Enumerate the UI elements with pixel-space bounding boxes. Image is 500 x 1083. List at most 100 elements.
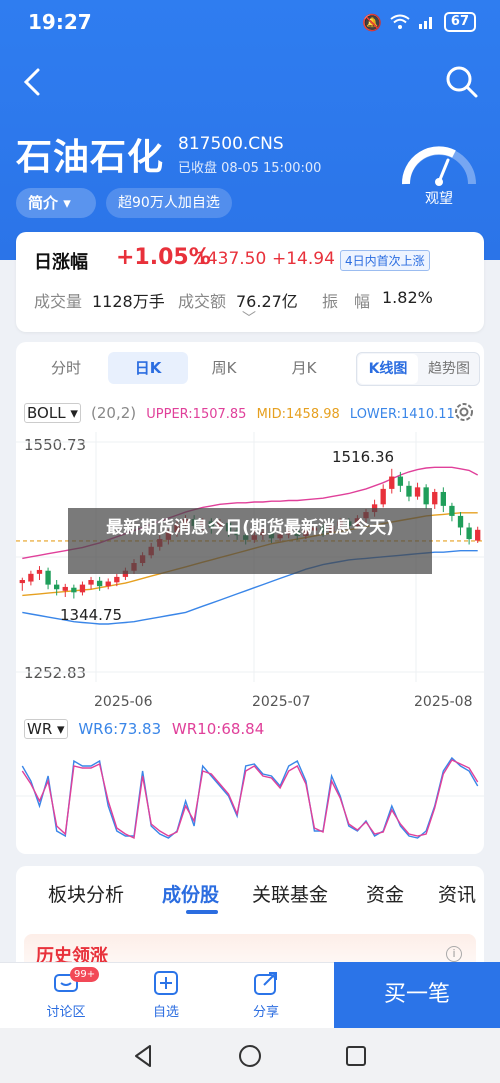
gauge-icon <box>401 146 476 186</box>
wr-indicator-row: WR ▾ WR6:73.83 WR10:68.84 <box>24 719 265 739</box>
add-watchlist-button[interactable]: 自选 <box>134 969 198 1020</box>
x-tick-label: 2025-06 <box>94 694 153 710</box>
watchlist-label: 自选 <box>152 1005 179 1020</box>
boll-lower: LOWER:1410.11 <box>349 407 455 422</box>
discussion-label: 讨论区 <box>46 1005 86 1020</box>
candle-body <box>45 570 51 585</box>
active-tab-underline <box>186 910 218 914</box>
candle-body <box>449 505 455 516</box>
status-time: 19:27 <box>28 10 92 34</box>
stock-code: 817500.CNS <box>178 134 284 154</box>
share-button[interactable]: 分享 <box>234 969 298 1020</box>
market-status: 已收盘 08-05 15:00:00 <box>178 161 322 176</box>
wr-chart[interactable] <box>16 742 484 852</box>
share-label: 分享 <box>252 1005 279 1020</box>
candle-body <box>71 587 77 593</box>
tab-capital[interactable]: 资金 <box>366 880 404 907</box>
candle-body <box>105 581 111 587</box>
indicator-param: (20,2) <box>91 404 137 422</box>
candle-body <box>62 586 68 591</box>
tab-daily-k[interactable]: 日K <box>108 352 188 384</box>
boll-indicator-row: BOLL ▾ (20,2) UPPER:1507.85 MID:1458.98 … <box>24 403 455 423</box>
candle-body <box>397 476 404 486</box>
chart-period-tabs: 分时 日K 周K 月K K线图 趋势图 <box>22 352 480 386</box>
candle-body <box>88 579 94 585</box>
wifi-icon <box>390 14 410 29</box>
low-price-label: 1344.75 <box>60 606 123 624</box>
x-tick-label: 2025-07 <box>252 694 311 710</box>
mode-kline[interactable]: K线图 <box>358 354 418 384</box>
status-icons: 🔕 67 <box>362 12 476 32</box>
quote-card[interactable]: 日涨幅 +1.05% 1437.50 +14.94 4日内首次上涨 成交量 11… <box>16 232 484 332</box>
mode-trend[interactable]: 趋势图 <box>419 354 479 384</box>
sentiment-gauge[interactable]: 观望 <box>396 134 482 212</box>
chart-mode-toggle: K线图 趋势图 <box>356 352 480 386</box>
candle-body <box>457 515 464 528</box>
streak-tag: 4日内首次上涨 <box>340 250 430 271</box>
tab-news[interactable]: 资讯 <box>438 880 476 907</box>
wr10-line <box>21 759 479 840</box>
nav-home-icon[interactable] <box>236 1042 264 1070</box>
tab-related-funds[interactable]: 关联基金 <box>252 880 328 907</box>
price-change: +14.94 <box>272 249 335 269</box>
mute-icon: 🔕 <box>361 12 382 32</box>
nav-recents-icon[interactable] <box>342 1042 370 1070</box>
tab-intraday[interactable]: 分时 <box>30 352 102 384</box>
volume-label: 成交量 <box>34 292 83 311</box>
wr-selector[interactable]: WR ▾ <box>24 719 68 739</box>
back-button[interactable] <box>18 62 52 102</box>
amplitude-value: 1.82% <box>382 288 433 307</box>
candle-body <box>79 584 86 593</box>
tab-constituents[interactable]: 成份股 <box>162 880 219 907</box>
battery-indicator: 67 <box>443 12 476 32</box>
discussion-badge: 99+ <box>70 967 100 982</box>
candle-body <box>36 569 43 574</box>
candle-body <box>432 491 438 505</box>
high-price-label: 1516.36 <box>332 448 395 466</box>
volume-value: 1128万手 <box>92 292 165 311</box>
candle-body <box>54 584 60 590</box>
daily-change-label: 日涨幅 <box>34 252 88 273</box>
add-watchlist-pill[interactable]: 超90万人加自选 <box>106 188 232 218</box>
tab-weekly-k[interactable]: 周K <box>188 352 260 384</box>
chart-card: 分时 日K 周K 月K K线图 趋势图 BOLL ▾ (20,2) UPPER:… <box>16 342 484 854</box>
x-tick-label: 2025-08 <box>414 694 473 710</box>
search-button[interactable] <box>444 64 480 100</box>
candle-body <box>389 476 395 489</box>
wr10-value: WR10:68.84 <box>171 720 265 738</box>
wr6-value: WR6:73.83 <box>78 720 162 738</box>
add-icon <box>154 971 178 995</box>
search-icon <box>446 66 478 98</box>
status-bar: 19:27 🔕 67 <box>0 0 500 46</box>
indicator-selector[interactable]: BOLL ▾ <box>24 403 81 423</box>
expand-chevron-icon[interactable]: ﹀ <box>242 308 256 328</box>
candle-body <box>96 580 103 587</box>
amplitude-label: 振 幅 <box>322 292 371 311</box>
discussion-button[interactable]: 99+ 讨论区 <box>34 967 100 1020</box>
overlay-caption: 最新期货消息今日(期货最新消息今天) <box>68 508 432 574</box>
chart-settings-icon[interactable] <box>452 400 476 424</box>
intro-button[interactable]: 简介 ▾ <box>16 188 96 218</box>
candle-body <box>28 573 34 582</box>
turnover-label: 成交额 <box>178 292 227 311</box>
back-arrow-icon <box>23 68 40 96</box>
boll-mid: MID:1458.98 <box>256 407 340 422</box>
share-icon <box>254 972 277 995</box>
candle-body <box>406 485 412 497</box>
current-price: 1437.50 <box>196 249 267 269</box>
buy-button[interactable]: 买一笔 <box>334 962 500 1028</box>
info-icon[interactable]: i <box>446 946 462 962</box>
candle-body <box>414 487 421 497</box>
stock-name: 石油石化 <box>16 137 165 178</box>
header-area: 19:27 🔕 67 石油石化 817500.CNS 已收盘 08-05 15:… <box>0 0 500 260</box>
boll-upper: UPPER:1507.85 <box>146 407 247 422</box>
candle-body <box>475 529 481 541</box>
candle-body <box>114 576 120 583</box>
candle-body <box>440 491 446 506</box>
candle-body <box>19 579 25 584</box>
signal-icon <box>418 17 432 29</box>
tab-monthly-k[interactable]: 月K <box>268 352 340 384</box>
tab-sector-analysis[interactable]: 板块分析 <box>48 880 124 907</box>
nav-back-icon[interactable] <box>130 1042 158 1070</box>
candle-body <box>466 527 472 540</box>
